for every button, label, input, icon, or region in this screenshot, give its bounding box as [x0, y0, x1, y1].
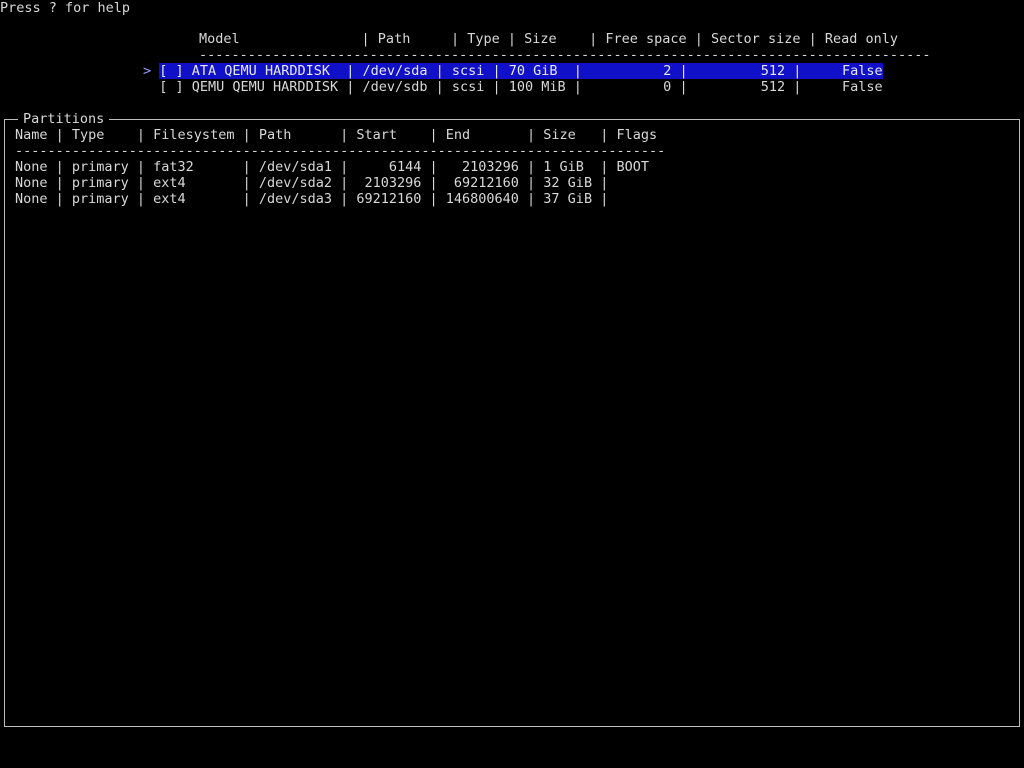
- disk-table-rule: ----------------------------------------…: [199, 47, 931, 63]
- cursor-spacer: [143, 79, 159, 95]
- partitions-panel: [4, 119, 1020, 727]
- disk-row-sdb[interactable]: [ ] QEMU QEMU HARDDISK | /dev/sdb | scsi…: [143, 79, 883, 95]
- partition-row-sda3[interactable]: None | primary | ext4 | /dev/sda3 | 6921…: [15, 191, 608, 207]
- partition-table-header: Name | Type | Filesystem | Path | Start …: [15, 127, 658, 143]
- disk-row-sda[interactable]: > [ ] ATA QEMU HARDDISK | /dev/sda | scs…: [143, 63, 883, 79]
- disk-table-header: Model | Path | Type | Size | Free space …: [199, 31, 898, 47]
- disk-row-text: [ ] ATA QEMU HARDDISK | /dev/sda | scsi …: [159, 63, 883, 79]
- disk-row-text: [ ] QEMU QEMU HARDDISK | /dev/sdb | scsi…: [159, 79, 883, 95]
- partition-row-sda1[interactable]: None | primary | fat32 | /dev/sda1 | 614…: [15, 159, 649, 175]
- selection-cursor-icon: >: [143, 63, 152, 79]
- partition-row-sda2[interactable]: None | primary | ext4 | /dev/sda2 | 2103…: [15, 175, 608, 191]
- partition-table-rule: ----------------------------------------…: [15, 143, 666, 159]
- partitions-title: Partitions: [18, 111, 110, 127]
- help-hint: Press ? for help: [0, 0, 131, 16]
